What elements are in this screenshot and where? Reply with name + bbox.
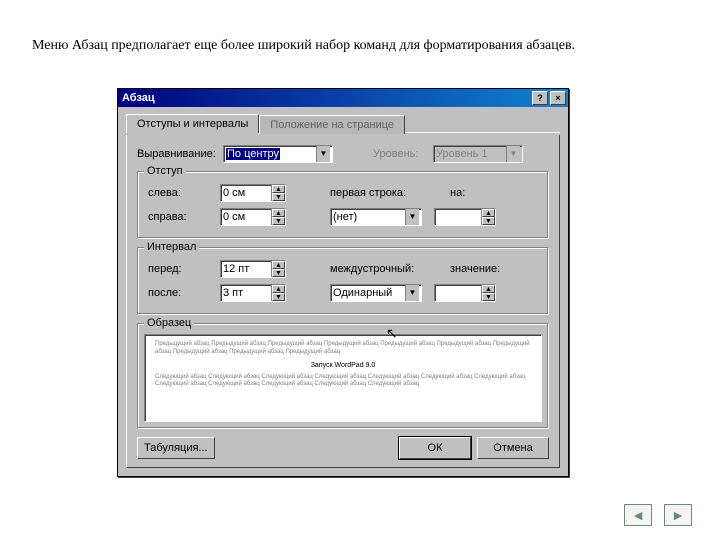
level-combo: Уровень 1 — [433, 145, 523, 163]
ok-button[interactable]: ОК — [399, 437, 471, 459]
indent-right-spin[interactable]: 0 см ▲▼ — [220, 208, 286, 226]
after-label: после: — [148, 287, 220, 299]
tab-panel: Выравнивание: По центру Уровень: Уровень… — [126, 135, 560, 468]
help-button[interactable]: ? — [532, 91, 548, 105]
slide-nav: ◄ ► — [624, 504, 692, 526]
cancel-button[interactable]: Отмена — [477, 437, 549, 459]
indent-left-label: слева: — [148, 187, 220, 199]
before-spin[interactable]: 12 пт ▲▼ — [220, 260, 286, 278]
chevron-down-icon[interactable] — [405, 285, 419, 301]
tabulation-button[interactable]: Табуляция... — [137, 437, 215, 459]
first-line-combo[interactable]: (нет) — [330, 208, 422, 226]
tab-indents-spacing[interactable]: Отступы и интервалы — [126, 114, 259, 133]
preview-lorem-after: Следующий абзац Следующий абзац Следующи… — [155, 374, 531, 390]
next-slide-button[interactable]: ► — [664, 504, 692, 526]
alignment-label: Выравнивание: — [137, 148, 223, 160]
preview-sample-text: Запуск WordPad 9.0 — [155, 361, 531, 370]
preview-legend: Образец — [144, 317, 194, 329]
indent-legend: Отступ — [144, 165, 186, 177]
line-value-spin[interactable]: ▲▼ — [434, 284, 496, 302]
page-caption: Меню Абзац предполагает еще более широки… — [32, 38, 575, 54]
indent-right-label: справа: — [148, 211, 220, 223]
value-label: значение: — [450, 263, 500, 275]
chevron-down-icon[interactable] — [316, 146, 330, 162]
indent-on-label: на: — [450, 187, 465, 199]
after-spin[interactable]: 3 пт ▲▼ — [220, 284, 286, 302]
chevron-down-icon[interactable] — [405, 209, 419, 225]
line-spacing-label: междустрочный: — [330, 263, 422, 275]
close-button[interactable]: × — [550, 91, 566, 105]
level-label: Уровень: — [373, 148, 433, 160]
chevron-down-icon — [506, 146, 520, 162]
tab-page-position[interactable]: Положение на странице — [259, 115, 405, 134]
preview-box: Предыдущий абзац Предыдущий абзац Предыд… — [144, 334, 542, 422]
paragraph-dialog: Абзац ? × Отступы и интервалы Положение … — [117, 88, 569, 477]
indent-on-spin[interactable]: ▲▼ — [434, 208, 496, 226]
alignment-combo[interactable]: По центру — [223, 145, 333, 163]
tabs: Отступы и интервалы Положение на страниц… — [126, 113, 560, 133]
prev-slide-button[interactable]: ◄ — [624, 504, 652, 526]
interval-group: Интервал перед: 12 пт ▲▼ междустрочный: … — [137, 247, 549, 315]
indent-left-spin[interactable]: 0 см ▲▼ — [220, 184, 286, 202]
interval-legend: Интервал — [144, 241, 199, 253]
dialog-title: Абзац — [122, 92, 155, 104]
preview-group: Образец Предыдущий абзац Предыдущий абза… — [137, 323, 549, 429]
titlebar[interactable]: Абзац ? × — [118, 89, 568, 107]
preview-lorem-before: Предыдущий абзац Предыдущий абзац Предыд… — [155, 341, 531, 357]
first-line-label: первая строка: — [330, 187, 422, 199]
indent-group: Отступ слева: 0 см ▲▼ первая строка: на:… — [137, 171, 549, 239]
line-spacing-combo[interactable]: Одинарный — [330, 284, 422, 302]
before-label: перед: — [148, 263, 220, 275]
